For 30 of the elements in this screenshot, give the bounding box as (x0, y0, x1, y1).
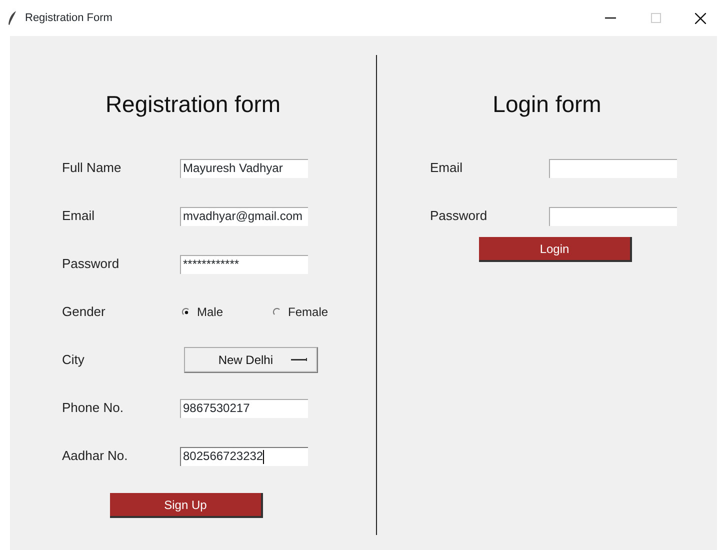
field-label: Email (62, 207, 96, 226)
input-field[interactable]: Mayuresh Vadhyar (180, 158, 308, 178)
field-label: City (62, 351, 86, 370)
field-label: Gender (62, 303, 106, 322)
input-field[interactable]: ************ (180, 254, 308, 274)
city-dropdown[interactable]: New Delhi (184, 347, 318, 373)
window-title: Registration Form (25, 10, 114, 26)
login-button[interactable]: Login (479, 237, 632, 262)
input-field[interactable] (549, 158, 677, 178)
field-label: Phone No. (62, 399, 124, 418)
radio-option[interactable]: Male (182, 303, 224, 321)
maximize-icon (650, 13, 660, 23)
field-label: Full Name (62, 159, 122, 178)
close-icon (695, 12, 706, 24)
field-label: Password (62, 255, 120, 274)
sign-up-button[interactable]: Sign Up (110, 493, 263, 518)
field-label: Aadhar No. (62, 447, 129, 466)
input-field[interactable] (549, 206, 677, 226)
text-cursor (263, 450, 264, 464)
form-title: Registration form (104, 90, 282, 119)
field-label: Password (430, 207, 488, 226)
dropdown-indicator-icon (291, 358, 307, 362)
radio-option[interactable]: Female (273, 303, 328, 321)
input-field[interactable]: mvadhyar@gmail.com (180, 206, 308, 226)
input-field[interactable]: 802566723232 (180, 446, 308, 466)
feather-icon (8, 11, 17, 25)
input-field[interactable]: 9867530217 (180, 398, 308, 418)
field-label: Email (430, 159, 464, 178)
form-title: Login form (492, 90, 602, 119)
minimize-icon (605, 17, 616, 19)
